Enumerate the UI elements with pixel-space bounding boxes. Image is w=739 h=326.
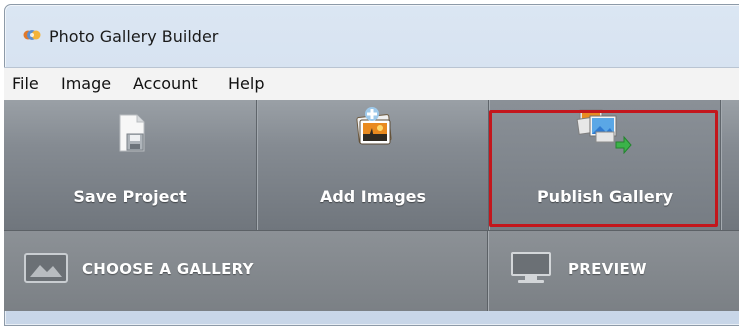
step-choose-gallery-label: CHOOSE A GALLERY bbox=[82, 260, 254, 278]
monitor-icon bbox=[510, 251, 552, 289]
menu-image[interactable]: Image bbox=[61, 74, 111, 93]
add-images-button[interactable]: Add Images bbox=[258, 100, 488, 230]
save-project-label: Save Project bbox=[73, 187, 187, 206]
app-logo-icon bbox=[23, 27, 41, 43]
menu-account[interactable]: Account bbox=[133, 74, 198, 93]
menu-help[interactable]: Help bbox=[228, 74, 264, 93]
publish-gallery-highlight bbox=[489, 110, 718, 227]
step-choose-gallery[interactable]: CHOOSE A GALLERY bbox=[24, 253, 464, 283]
workflow-steps-bar: CHOOSE A GALLERY PREVIEW bbox=[4, 230, 739, 311]
add-images-label: Add Images bbox=[319, 187, 427, 206]
save-project-icon bbox=[118, 114, 146, 156]
step-preview-label: PREVIEW bbox=[568, 260, 647, 278]
step-preview[interactable]: PREVIEW bbox=[510, 252, 730, 283]
toolbar-divider bbox=[720, 100, 722, 230]
title-bar[interactable]: Photo Gallery Builder bbox=[5, 5, 739, 61]
menu-bar: File Image Account Help bbox=[4, 67, 739, 101]
step-divider bbox=[487, 231, 489, 311]
save-project-button[interactable]: Save Project bbox=[4, 100, 256, 230]
add-images-icon bbox=[354, 106, 394, 152]
gallery-image-icon bbox=[24, 253, 68, 287]
menu-file[interactable]: File bbox=[12, 74, 39, 93]
window-title: Photo Gallery Builder bbox=[49, 27, 219, 46]
